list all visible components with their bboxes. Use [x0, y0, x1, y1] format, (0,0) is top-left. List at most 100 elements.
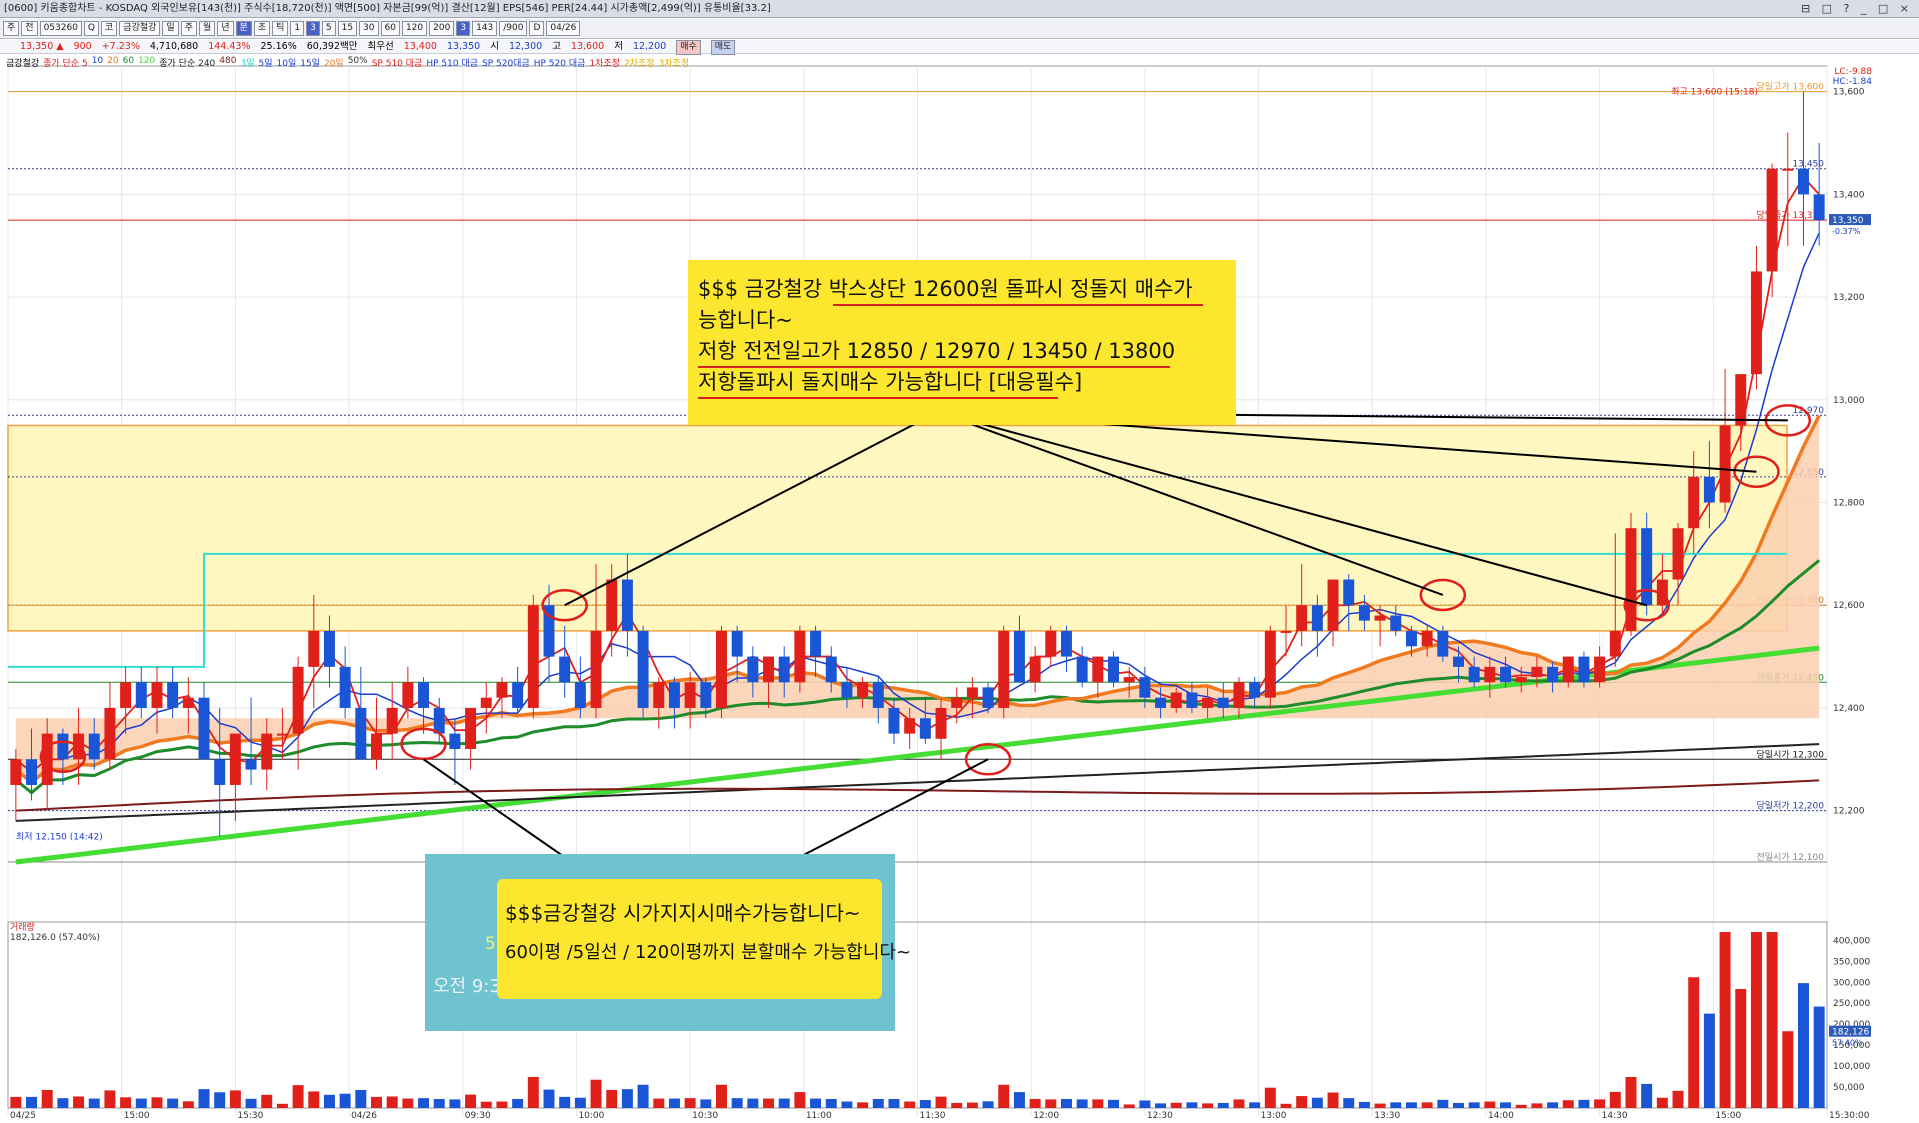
toolbar-button[interactable]: 143 — [472, 21, 498, 36]
volume-bar — [1547, 1102, 1559, 1108]
volume-bar — [951, 1102, 963, 1108]
toolbar-button[interactable]: 일 — [162, 21, 179, 36]
toolbar-button[interactable]: 3 — [456, 21, 471, 36]
candle-body — [857, 682, 869, 698]
candle-body — [810, 630, 822, 657]
candle-body — [1296, 605, 1308, 631]
x-tick-label: 15:30:00 — [1829, 1111, 1870, 1121]
toolbar-button[interactable]: 120 — [401, 21, 428, 36]
volume-bar — [527, 1076, 539, 1108]
volume-bar — [574, 1097, 586, 1108]
legend-item[interactable]: 종가 단순 5 — [43, 56, 88, 69]
candle-body — [292, 666, 304, 734]
annotation-line: 저항돌파시 돌지매수 가능합니다 [대응필수] — [698, 367, 1226, 399]
toolbar-button[interactable]: 60 — [380, 21, 400, 36]
volume-bar — [1688, 977, 1700, 1108]
window-controls[interactable]: ⊟ □ ? _ □ × — [1801, 0, 1913, 17]
volume-bar — [825, 1098, 837, 1108]
legend-item[interactable]: 5일 — [258, 56, 272, 69]
legend-item[interactable]: 120 — [138, 56, 155, 69]
toolbar-button[interactable]: 주 — [3, 21, 20, 36]
current-price: 13,350 ▲ — [20, 41, 64, 52]
legend-item[interactable]: 2차조정 — [624, 56, 655, 69]
volume-bar — [715, 1084, 727, 1108]
toolbar-button[interactable]: 5 — [321, 21, 336, 36]
legend-item[interactable]: 15일 — [300, 56, 320, 69]
volume-bar — [339, 1093, 351, 1108]
legend-item[interactable]: 20 — [107, 56, 118, 69]
candle-body — [1249, 682, 1261, 698]
volume-bar — [151, 1097, 163, 1108]
sell-button[interactable]: 매도 — [710, 40, 736, 55]
candle-body — [1468, 666, 1480, 683]
toolbar-button[interactable]: 틱 — [272, 21, 289, 36]
candle-body — [1186, 692, 1198, 708]
legend-item[interactable]: 20일 — [324, 56, 344, 69]
toolbar-button[interactable]: Q — [83, 21, 100, 36]
toolbar-button[interactable]: 3 — [306, 21, 320, 36]
legend-item[interactable]: SP 510 대금 — [372, 56, 423, 69]
ask-price: 13,400 — [403, 41, 437, 52]
volume-bar — [512, 1098, 524, 1108]
legend-item[interactable]: 3일 — [240, 56, 254, 69]
toolbar-button[interactable]: 주 — [180, 21, 197, 36]
legend-item[interactable]: SP 520대금 — [482, 56, 530, 69]
volume-bar — [888, 1098, 900, 1108]
toolbar-button[interactable]: 30 — [359, 21, 379, 36]
candle-body — [763, 656, 775, 683]
toolbar-button[interactable]: 053260 — [39, 21, 82, 36]
volume-tick-label: 300,000 — [1833, 978, 1870, 988]
legend-item[interactable]: 종가 단순 240 — [159, 56, 215, 69]
toolbar-button[interactable]: 200 — [429, 21, 455, 36]
volume-current: 182,126.0 (57.40%) — [10, 933, 100, 943]
toolbar-button[interactable]: 15 — [337, 21, 358, 36]
volume-bar — [1484, 1101, 1496, 1108]
volume-bar — [872, 1098, 884, 1108]
candle-body — [1719, 425, 1731, 503]
legend-item[interactable]: 10 — [92, 56, 103, 69]
candle-body — [104, 707, 116, 760]
toolbar-button[interactable]: 월 — [198, 21, 216, 36]
legend-item[interactable]: 3차조정 — [659, 56, 690, 69]
volume-tick-label: 250,000 — [1833, 999, 1870, 1009]
annotation-line: 능합니다~ — [698, 305, 1226, 336]
toolbar-button[interactable]: D — [529, 21, 545, 36]
toolbar-button[interactable]: 전 — [21, 21, 38, 36]
candle-body — [1421, 630, 1433, 647]
toolbar-button[interactable]: 1 — [290, 21, 305, 36]
volume-bar — [418, 1098, 430, 1108]
toolbar-button[interactable]: /900 — [499, 21, 528, 36]
volume-bar — [1766, 932, 1778, 1108]
toolbar-button[interactable]: 코 — [101, 21, 118, 36]
candle-body — [449, 733, 461, 750]
legend-item[interactable]: HP 520 대금 — [534, 56, 586, 69]
toolbar-button[interactable]: 초 — [253, 21, 271, 36]
buy-button[interactable]: 매수 — [676, 40, 701, 55]
legend-item[interactable]: 1차조정 — [589, 56, 620, 69]
legend-stock-name: 금강철강 — [6, 59, 40, 69]
volume-bar — [810, 1098, 822, 1108]
toolbar-button[interactable]: 년 — [217, 21, 234, 36]
candle-body — [1484, 666, 1496, 683]
volume-bar — [857, 1102, 869, 1108]
candle-body — [606, 579, 618, 631]
volume-bar — [637, 1084, 649, 1108]
candle-body — [1703, 476, 1715, 503]
toolbar-button[interactable]: 04/26 — [546, 21, 581, 36]
volume-bar — [1515, 1104, 1527, 1108]
legend-item[interactable]: 480 — [219, 56, 236, 69]
annotation-screenshot-panel: 5 오전 9:32 $$$금강철강 시가지지시매수가능합니다~ 60이평 /5일… — [425, 854, 911, 1031]
legend-item[interactable]: 60 — [123, 56, 134, 69]
candle-body — [653, 682, 665, 708]
price-chart: 당일고가 13,60013,450당일종가 13,35012,97012,850… — [7, 65, 1872, 1121]
volume-bar — [1233, 1099, 1245, 1108]
legend-item[interactable]: 50% — [348, 56, 368, 69]
candle-body — [355, 707, 367, 760]
volume-bar — [543, 1089, 555, 1108]
legend-item[interactable]: 10일 — [277, 56, 297, 69]
toolbar-button[interactable]: 금강철강 — [119, 21, 161, 36]
x-tick-label: 13:30 — [1374, 1111, 1400, 1121]
legend-item[interactable]: HP 510 대금 — [426, 56, 478, 69]
volume-bar — [1625, 1076, 1637, 1108]
toolbar-button[interactable]: 분 — [235, 21, 252, 36]
